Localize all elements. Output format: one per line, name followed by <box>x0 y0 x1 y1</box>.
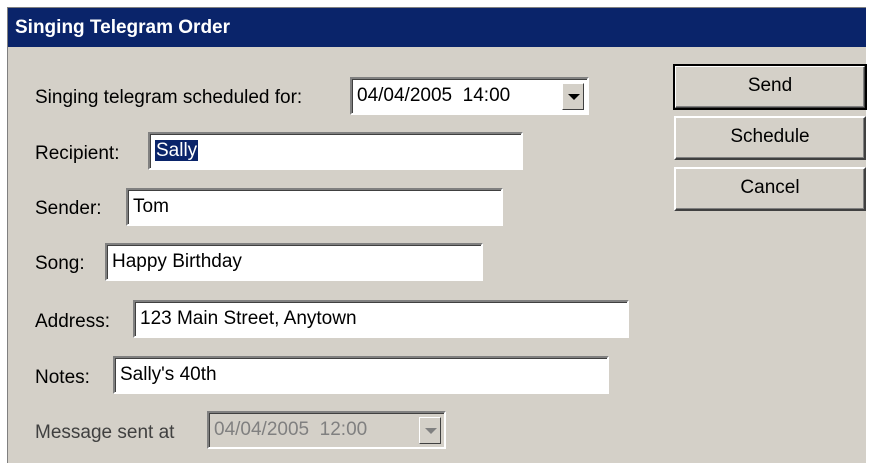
schedule-button[interactable]: Schedule <box>674 116 866 160</box>
sent-at-dropdown-button <box>419 417 441 444</box>
sent-at-label: Message sent at <box>35 422 175 443</box>
sender-input[interactable]: Tom <box>126 188 503 226</box>
recipient-input[interactable]: Sally <box>148 132 523 170</box>
song-value: Happy Birthday <box>112 251 242 272</box>
song-input[interactable]: Happy Birthday <box>105 243 483 281</box>
song-label: Song: <box>35 253 85 274</box>
sender-value: Tom <box>133 196 169 217</box>
window-title: Singing Telegram Order <box>8 8 866 47</box>
scheduled-datetime-value: 04/04/2005 14:00 <box>357 85 511 106</box>
scheduled-datetime-combo[interactable]: 04/04/2005 14:00 <box>350 77 589 115</box>
scheduled-label: Singing telegram scheduled for: <box>35 87 303 108</box>
sent-at-combo: 04/04/2005 12:00 <box>207 411 446 449</box>
cancel-button[interactable]: Cancel <box>674 167 866 211</box>
sender-label: Sender: <box>35 198 102 219</box>
address-label: Address: <box>35 311 110 332</box>
sent-at-value: 04/04/2005 12:00 <box>214 419 368 440</box>
singing-telegram-dialog: Singing Telegram Order Singing telegram … <box>7 7 867 463</box>
recipient-label: Recipient: <box>35 143 120 164</box>
scheduled-dropdown-button[interactable] <box>562 83 584 110</box>
recipient-value: Sally <box>155 140 199 161</box>
chevron-down-icon <box>568 94 580 100</box>
notes-label: Notes: <box>35 367 90 388</box>
send-button[interactable]: Send <box>673 64 867 110</box>
address-value: 123 Main Street, Anytown <box>140 308 357 329</box>
chevron-down-icon <box>425 428 437 434</box>
notes-value: Sally's 40th <box>120 364 217 385</box>
notes-input[interactable]: Sally's 40th <box>113 356 609 394</box>
address-input[interactable]: 123 Main Street, Anytown <box>133 300 629 338</box>
